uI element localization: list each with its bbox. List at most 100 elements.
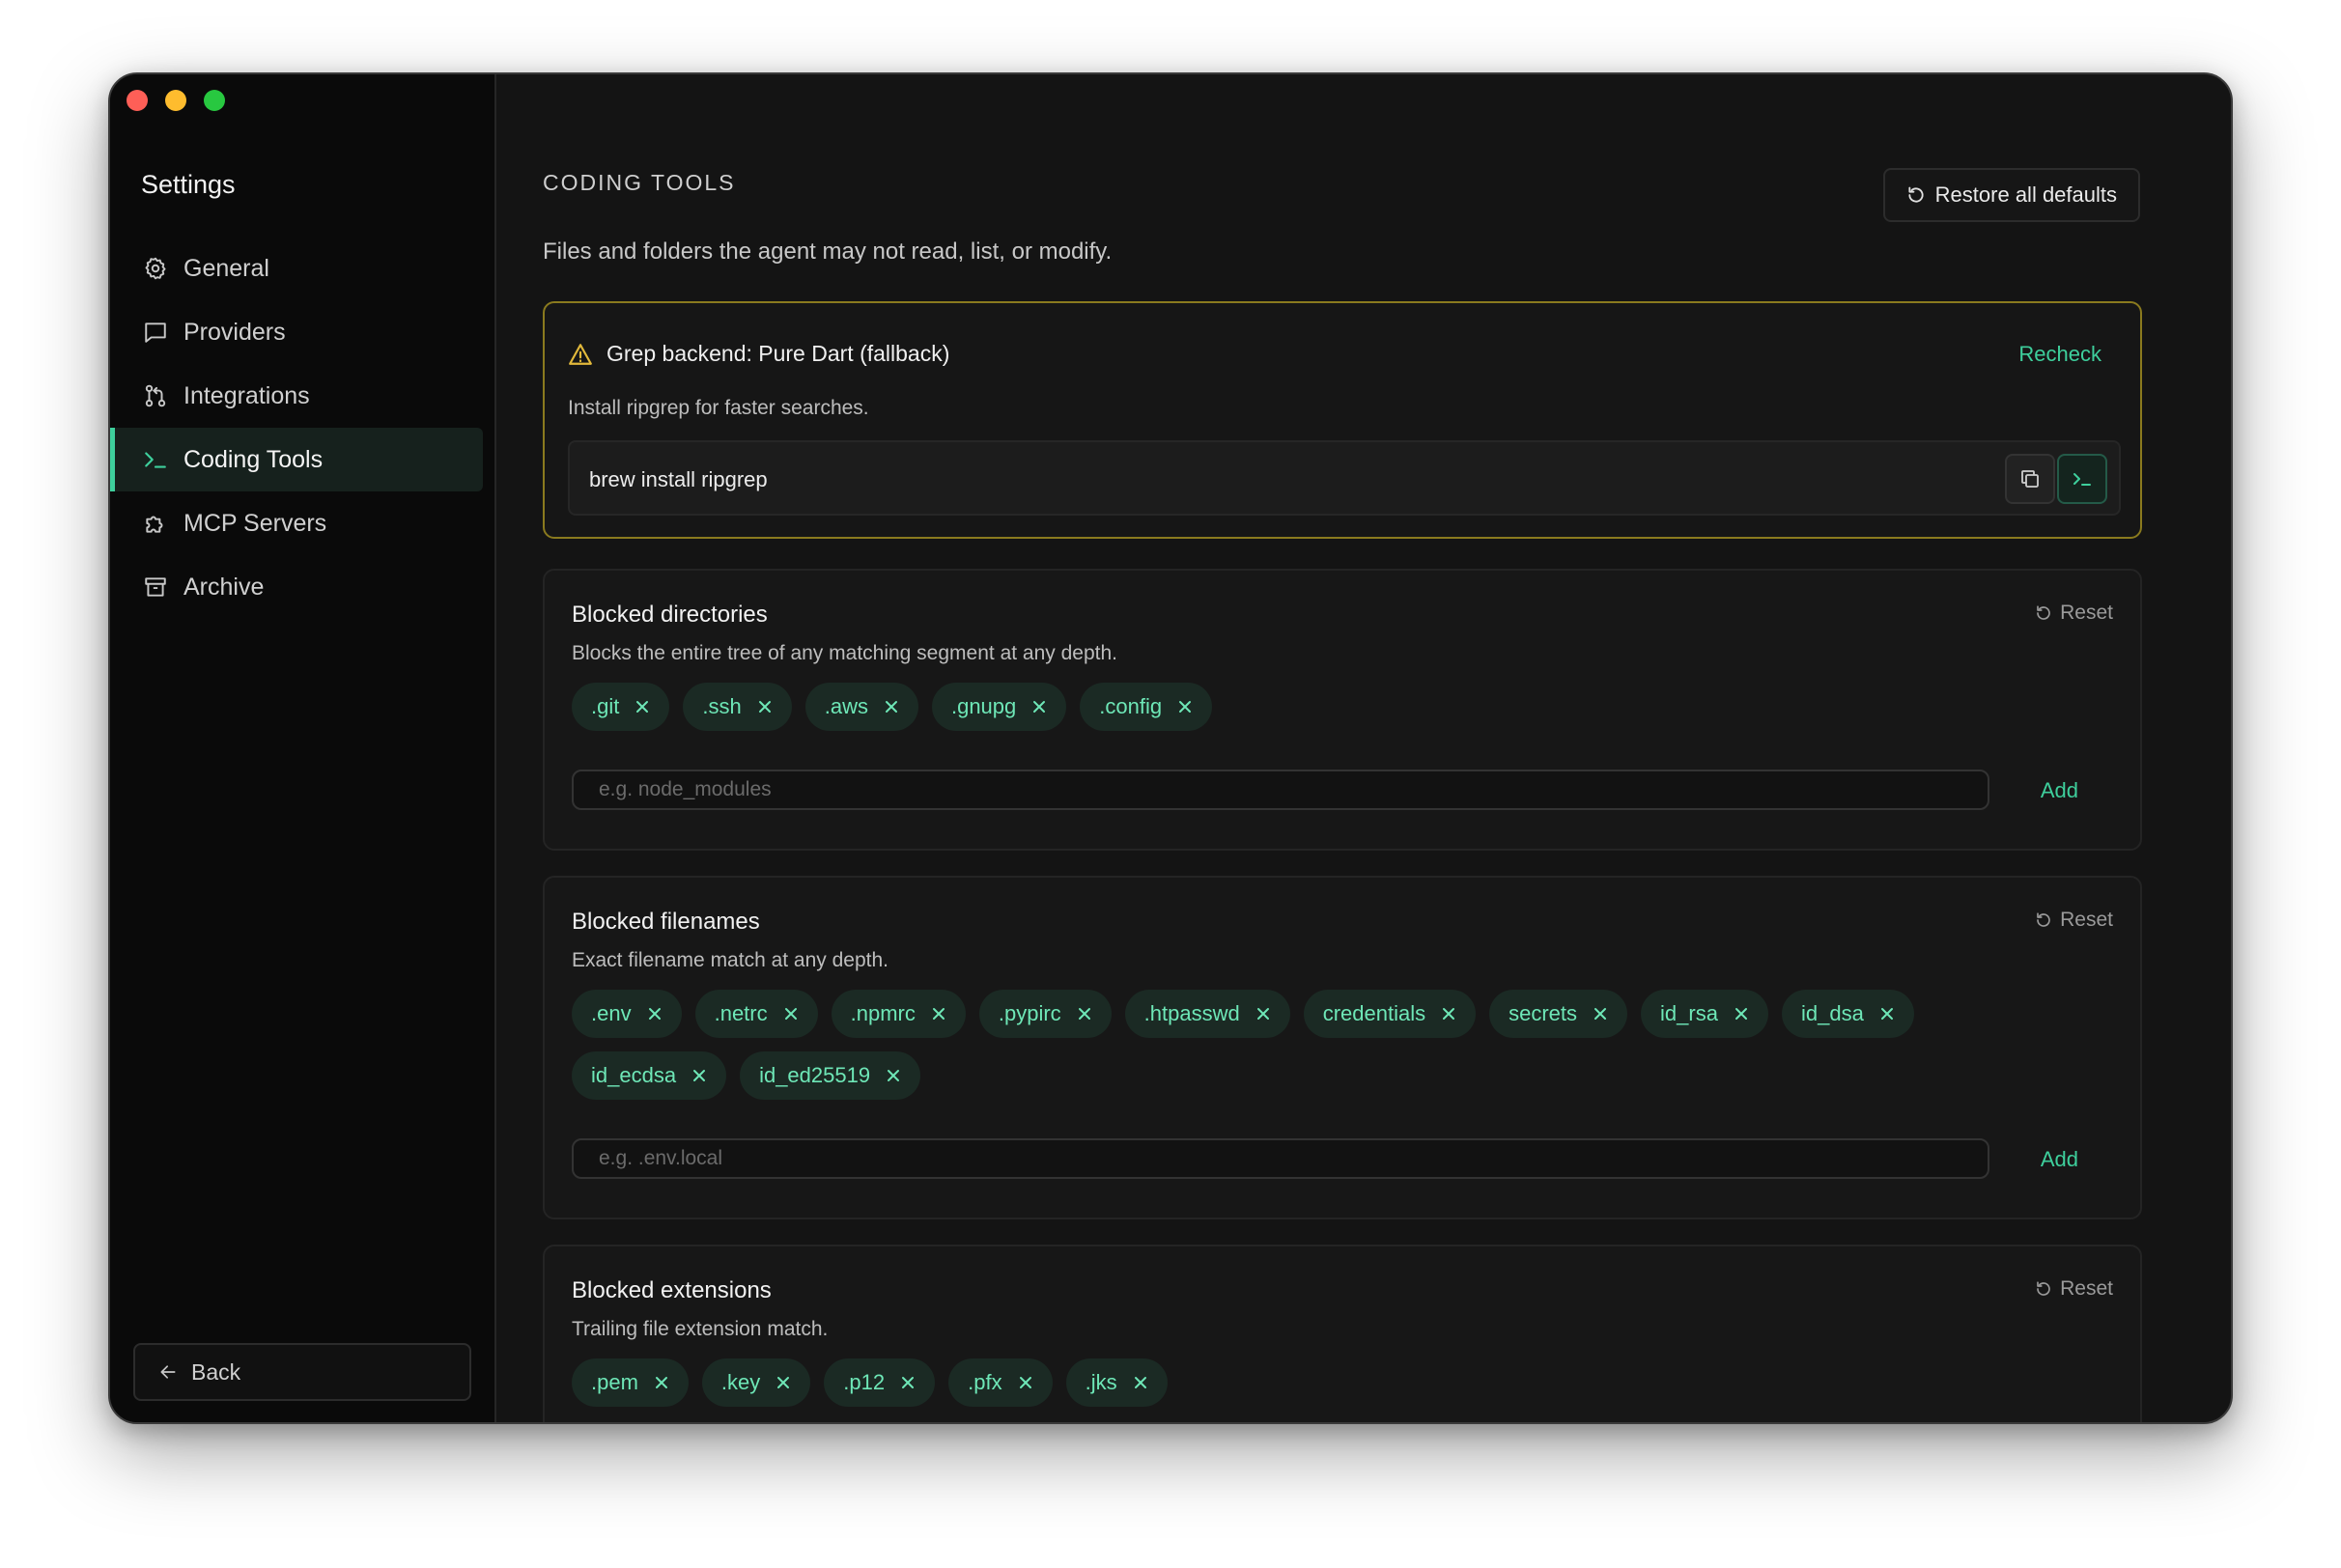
sidebar-item-general[interactable]: General	[110, 237, 483, 300]
remove-chip-icon[interactable]	[900, 1375, 916, 1390]
chip: .gnupg	[931, 683, 1067, 731]
blocked-extensions-card: Blocked extensions Reset Trailing file e…	[543, 1245, 2142, 1422]
warning-description: Install ripgrep for faster searches.	[568, 397, 869, 419]
chip: credentials	[1303, 990, 1477, 1038]
chip: .ssh	[683, 683, 792, 731]
reset-label: Reset	[2060, 602, 2113, 624]
remove-chip-icon[interactable]	[635, 699, 650, 714]
chip-label: id_rsa	[1660, 1001, 1718, 1025]
terminal-icon	[141, 445, 170, 474]
remove-chip-icon[interactable]	[884, 699, 899, 714]
sidebar-item-archive[interactable]: Archive	[110, 555, 483, 619]
chip-label: .htpasswd	[1143, 1001, 1240, 1025]
refresh-icon	[2035, 911, 2052, 929]
sidebar-item-label: MCP Servers	[183, 509, 327, 537]
sidebar-item-mcp-servers[interactable]: MCP Servers	[110, 491, 483, 555]
refresh-icon	[2035, 1280, 2052, 1298]
remove-chip-icon[interactable]	[1018, 1375, 1033, 1390]
chip-label: id_ecdsa	[591, 1063, 677, 1087]
remove-chip-icon[interactable]	[1879, 1006, 1895, 1022]
chip-label: .pem	[591, 1370, 638, 1394]
restore-label: Restore all defaults	[1934, 182, 2117, 207]
chip-list: .git .ssh .aws .gnupg .config	[572, 683, 2059, 731]
run-in-terminal-button[interactable]	[2057, 454, 2107, 504]
grep-backend-warning: Grep backend: Pure Dart (fallback) Reche…	[543, 301, 2142, 539]
puzzle-icon	[141, 509, 170, 538]
card-description: Exact filename match at any depth.	[572, 949, 889, 971]
reset-directories-button[interactable]: Reset	[2035, 602, 2113, 625]
remove-chip-icon[interactable]	[776, 1375, 791, 1390]
remove-chip-icon[interactable]	[931, 1006, 946, 1022]
chip: .npmrc	[831, 990, 966, 1038]
remove-chip-icon[interactable]	[691, 1068, 707, 1083]
copy-command-button[interactable]	[2005, 454, 2055, 504]
reset-filenames-button[interactable]: Reset	[2035, 909, 2113, 932]
chip-label: .gnupg	[950, 694, 1017, 718]
git-branch-icon	[141, 381, 170, 410]
remove-chip-icon[interactable]	[1441, 1006, 1456, 1022]
remove-chip-icon[interactable]	[1133, 1375, 1148, 1390]
restore-defaults-button[interactable]: Restore all defaults	[1882, 168, 2140, 222]
recheck-button[interactable]: Recheck	[2018, 342, 2101, 367]
chip-label: .pypirc	[998, 1001, 1061, 1025]
sidebar-item-label: Archive	[183, 573, 265, 601]
back-button[interactable]: Back	[133, 1343, 471, 1401]
chip-list: .env .netrc .npmrc .pypirc .htpasswd cre…	[572, 990, 2059, 1100]
chip-label: .npmrc	[850, 1001, 916, 1025]
zoom-window-button[interactable]	[204, 90, 225, 111]
chip-label: .env	[591, 1001, 632, 1025]
back-label: Back	[191, 1358, 241, 1385]
chip: .config	[1080, 683, 1213, 731]
card-title: Blocked filenames	[572, 909, 760, 935]
sidebar-item-coding-tools[interactable]: Coding Tools	[110, 428, 483, 491]
remove-chip-icon[interactable]	[1177, 699, 1193, 714]
card-description: Blocks the entire tree of any matching s…	[572, 642, 1117, 664]
add-directory-button[interactable]: Add	[2041, 778, 2078, 803]
chip-label: .git	[591, 694, 620, 718]
section-label: CODING TOOLS	[543, 170, 736, 195]
gear-icon	[141, 254, 170, 283]
warning-title: Grep backend: Pure Dart (fallback)	[606, 341, 950, 366]
reset-label: Reset	[2060, 909, 2113, 931]
chip: .env	[572, 990, 682, 1038]
remove-chip-icon[interactable]	[757, 699, 773, 714]
remove-chip-icon[interactable]	[886, 1068, 901, 1083]
remove-chip-icon[interactable]	[783, 1006, 799, 1022]
terminal-icon	[2071, 467, 2094, 490]
add-filename-button[interactable]: Add	[2041, 1147, 2078, 1172]
remove-chip-icon[interactable]	[1077, 1006, 1092, 1022]
remove-chip-icon[interactable]	[1031, 699, 1047, 714]
sidebar-item-providers[interactable]: Providers	[110, 300, 483, 364]
remove-chip-icon[interactable]	[1734, 1006, 1749, 1022]
arrow-left-icon	[158, 1362, 178, 1382]
chip: id_dsa	[1781, 990, 1914, 1038]
close-window-button[interactable]	[127, 90, 148, 111]
blocked-directories-card: Blocked directories Reset Blocks the ent…	[543, 569, 2142, 851]
archive-icon	[141, 573, 170, 602]
chip-label: .ssh	[702, 694, 742, 718]
chip: .htpasswd	[1124, 990, 1290, 1038]
remove-chip-icon[interactable]	[647, 1006, 663, 1022]
chip: id_ecdsa	[572, 1051, 727, 1100]
chip-label: .p12	[843, 1370, 886, 1394]
chip: .pypirc	[978, 990, 1112, 1038]
card-description: Trailing file extension match.	[572, 1318, 829, 1340]
remove-chip-icon[interactable]	[1593, 1006, 1608, 1022]
card-title: Blocked extensions	[572, 1277, 772, 1303]
blocked-filenames-card: Blocked filenames Reset Exact filename m…	[543, 876, 2142, 1219]
chip-label: .config	[1099, 694, 1163, 718]
chip: .netrc	[694, 990, 818, 1038]
sidebar-item-label: Integrations	[183, 381, 310, 409]
directory-input[interactable]: e.g. node_modules	[572, 770, 1989, 810]
minimize-window-button[interactable]	[165, 90, 186, 111]
window-controls	[127, 90, 225, 111]
chip-list: .pem .key .p12 .pfx .jks	[572, 1358, 2059, 1407]
filename-input[interactable]: e.g. .env.local	[572, 1138, 1989, 1179]
chip-label: .jks	[1085, 1370, 1117, 1394]
remove-chip-icon[interactable]	[654, 1375, 669, 1390]
sidebar-item-integrations[interactable]: Integrations	[110, 364, 483, 428]
install-command-box: brew install ripgrep	[568, 440, 2121, 516]
remove-chip-icon[interactable]	[1255, 1006, 1271, 1022]
reset-extensions-button[interactable]: Reset	[2035, 1277, 2113, 1301]
message-icon	[141, 318, 170, 347]
